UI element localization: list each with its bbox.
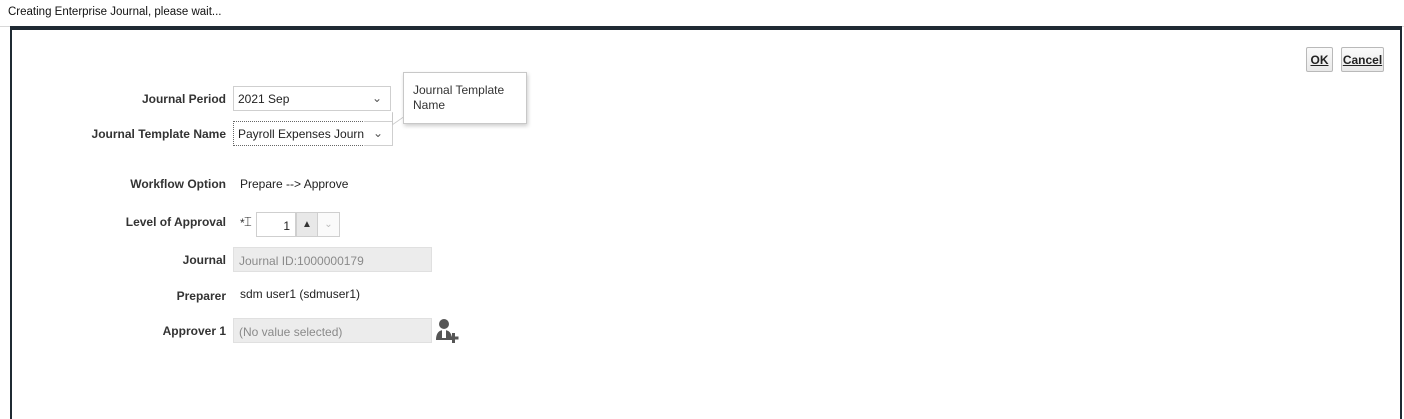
window-title-bar: Creating Enterprise Journal, please wait… bbox=[0, 0, 1404, 27]
arrow-down-icon: ⌄ bbox=[324, 219, 333, 230]
journal-period-label: Journal Period bbox=[141, 92, 226, 106]
workflow-option-label: Workflow Option bbox=[130, 177, 226, 191]
increment-button[interactable]: ▲ bbox=[296, 212, 318, 237]
text-cursor-icon: ⌶ bbox=[244, 214, 252, 229]
journal-id-field: Journal ID:1000000179 bbox=[233, 247, 432, 272]
journal-template-label: Journal Template Name bbox=[91, 127, 226, 141]
cancel-button[interactable]: Cancel bbox=[1341, 47, 1384, 72]
journal-template-value: Payroll Expenses Journal bbox=[238, 127, 374, 141]
approver1-field[interactable]: (No value selected) bbox=[233, 318, 432, 343]
workflow-option-value: Prepare --> Approve bbox=[240, 177, 349, 191]
tooltip: Journal Template Name bbox=[403, 72, 527, 124]
journal-id-value: Journal ID:1000000179 bbox=[239, 254, 364, 268]
arrow-up-icon: ▲ bbox=[302, 219, 312, 230]
preparer-label: Preparer bbox=[176, 289, 226, 303]
approver1-label: Approver 1 bbox=[162, 324, 226, 338]
chevron-down-icon: ⌄ bbox=[371, 91, 382, 105]
journal-period-select[interactable]: 2021 Sep ⌄ bbox=[233, 86, 391, 111]
journal-label: Journal bbox=[182, 253, 226, 267]
level-of-approval-label: Level of Approval bbox=[125, 215, 226, 229]
level-of-approval-input[interactable]: 1 bbox=[256, 212, 296, 237]
chevron-down-icon: ⌄ bbox=[373, 126, 384, 140]
approver1-value: (No value selected) bbox=[239, 325, 343, 339]
decrement-button[interactable]: ⌄ bbox=[318, 212, 340, 237]
journal-period-value: 2021 Sep bbox=[238, 92, 290, 106]
journal-template-dropdown-button[interactable]: ⌄ bbox=[364, 121, 393, 146]
preparer-value: sdm user1 (sdmuser1) bbox=[240, 287, 361, 301]
ok-button[interactable]: OK bbox=[1306, 47, 1333, 72]
user-add-icon[interactable] bbox=[435, 318, 461, 344]
window-title: Creating Enterprise Journal, please wait… bbox=[8, 6, 222, 18]
level-of-approval-value: 1 bbox=[283, 219, 290, 233]
